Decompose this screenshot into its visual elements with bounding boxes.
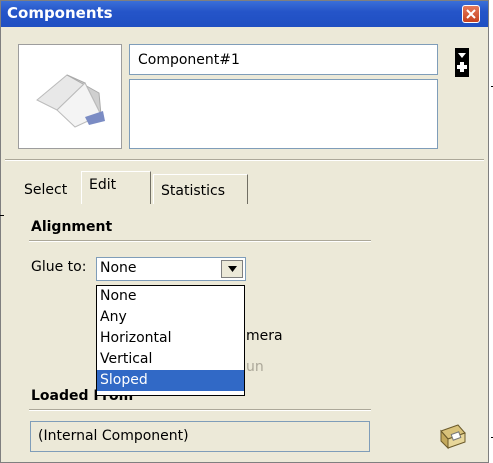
alignment-heading: Alignment <box>31 219 113 235</box>
close-icon <box>466 9 476 19</box>
details-button[interactable] <box>452 46 472 79</box>
glue-to-options-list[interactable]: None Any Horizontal Vertical Sloped <box>96 285 245 396</box>
glue-to-value: None <box>100 260 137 276</box>
separator <box>5 159 484 161</box>
alignment-divider <box>29 240 371 242</box>
chevron-down-icon <box>228 266 237 272</box>
option-vertical[interactable]: Vertical <box>97 349 244 370</box>
face-camera-label: mera <box>246 328 283 344</box>
open-folder-icon <box>440 424 466 450</box>
title-bar[interactable]: Components <box>1 1 488 27</box>
shadows-face-sun-label: un <box>246 359 264 375</box>
loaded-from-field: (Internal Component) <box>30 421 370 452</box>
component-name-field[interactable]: Component#1 <box>129 44 438 75</box>
component-preview-icon <box>36 74 105 128</box>
details-arrow-icon <box>455 48 469 77</box>
components-dialog: Components Component#1 Select Edit Stati… <box>0 0 489 463</box>
glue-dropdown-button[interactable] <box>221 260 243 278</box>
component-description-field[interactable] <box>129 79 438 149</box>
component-thumbnail <box>18 44 122 149</box>
option-sloped[interactable]: Sloped <box>97 370 244 391</box>
open-file-button[interactable] <box>438 421 468 451</box>
tab-select[interactable]: Select <box>17 174 81 204</box>
glue-to-label: Glue to: <box>31 259 87 275</box>
loaded-from-divider <box>29 409 371 411</box>
stray-mark <box>0 215 4 216</box>
tab-edit[interactable]: Edit <box>81 171 151 204</box>
close-button[interactable] <box>462 5 480 23</box>
tab-statistics[interactable]: Statistics <box>153 174 248 204</box>
option-any[interactable]: Any <box>97 307 244 328</box>
glue-to-select[interactable]: None <box>96 257 246 281</box>
window-title: Components <box>7 4 113 22</box>
option-none[interactable]: None <box>97 286 244 307</box>
option-horizontal[interactable]: Horizontal <box>97 328 244 349</box>
